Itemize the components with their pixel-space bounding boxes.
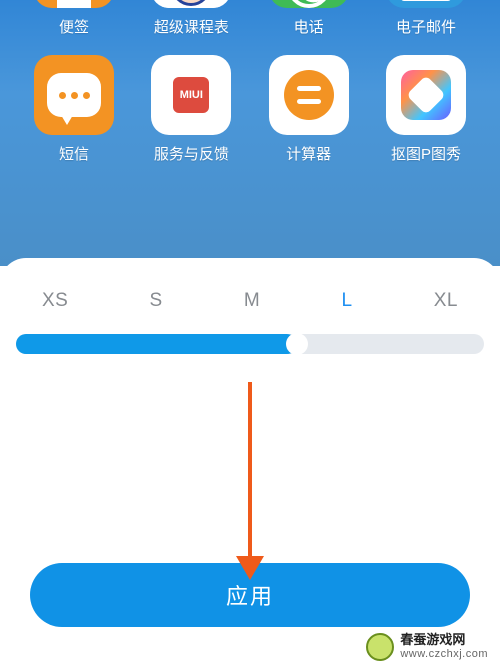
schedule-icon: [151, 0, 231, 8]
email-icon: [386, 0, 466, 8]
app-notes[interactable]: 便签: [26, 0, 122, 37]
watermark: 春蚕游戏网 www.czchxj.com: [360, 631, 494, 663]
app-phone[interactable]: 电话: [261, 0, 357, 37]
watermark-text: 春蚕游戏网 www.czchxj.com: [400, 633, 488, 661]
app-label: 服务与反馈: [154, 143, 229, 164]
app-row-2: 短信 ? MIUI 服务与反馈 计算器 抠图P图秀: [18, 55, 482, 164]
apply-label: 应用: [226, 579, 274, 611]
app-label: 超级课程表: [154, 16, 229, 37]
size-xs[interactable]: XS: [42, 290, 68, 312]
app-feedback[interactable]: ? MIUI 服务与反馈: [143, 55, 239, 164]
size-xl[interactable]: XL: [434, 290, 458, 312]
annotation-arrow-shaft: [248, 382, 252, 562]
app-super-schedule[interactable]: 超级课程表: [143, 0, 239, 37]
app-label: 短信: [59, 143, 89, 164]
app-label: 便签: [59, 16, 89, 37]
app-sms[interactable]: 短信: [26, 55, 122, 164]
app-label: 抠图P图秀: [391, 143, 461, 164]
slider-thumb[interactable]: [286, 333, 308, 355]
calculator-icon: [269, 55, 349, 135]
notes-icon: [34, 0, 114, 8]
size-options: XS S M L XL: [0, 290, 500, 312]
watermark-logo-icon: [366, 633, 394, 661]
photo-edit-icon: [386, 55, 466, 135]
app-email[interactable]: 电子邮件: [378, 0, 474, 37]
sms-icon: [34, 55, 114, 135]
size-s[interactable]: S: [150, 290, 163, 312]
size-m[interactable]: M: [244, 290, 260, 312]
slider-fill: [16, 334, 297, 354]
size-l[interactable]: L: [341, 290, 352, 312]
app-calculator[interactable]: 计算器: [261, 55, 357, 164]
annotation-arrow-head: [236, 556, 264, 580]
size-slider[interactable]: [16, 334, 484, 354]
home-screen: 便签 超级课程表 电话 电子邮件 短信: [0, 0, 500, 266]
app-label: 计算器: [286, 143, 331, 164]
app-photo-edit[interactable]: 抠图P图秀: [378, 55, 474, 164]
app-label: 电子邮件: [396, 16, 456, 37]
phone-icon: [269, 0, 349, 8]
feedback-icon: ? MIUI: [151, 55, 231, 135]
slider-track: [16, 334, 484, 354]
app-label: 电话: [294, 16, 324, 37]
app-row-1: 便签 超级课程表 电话 电子邮件: [18, 0, 482, 37]
